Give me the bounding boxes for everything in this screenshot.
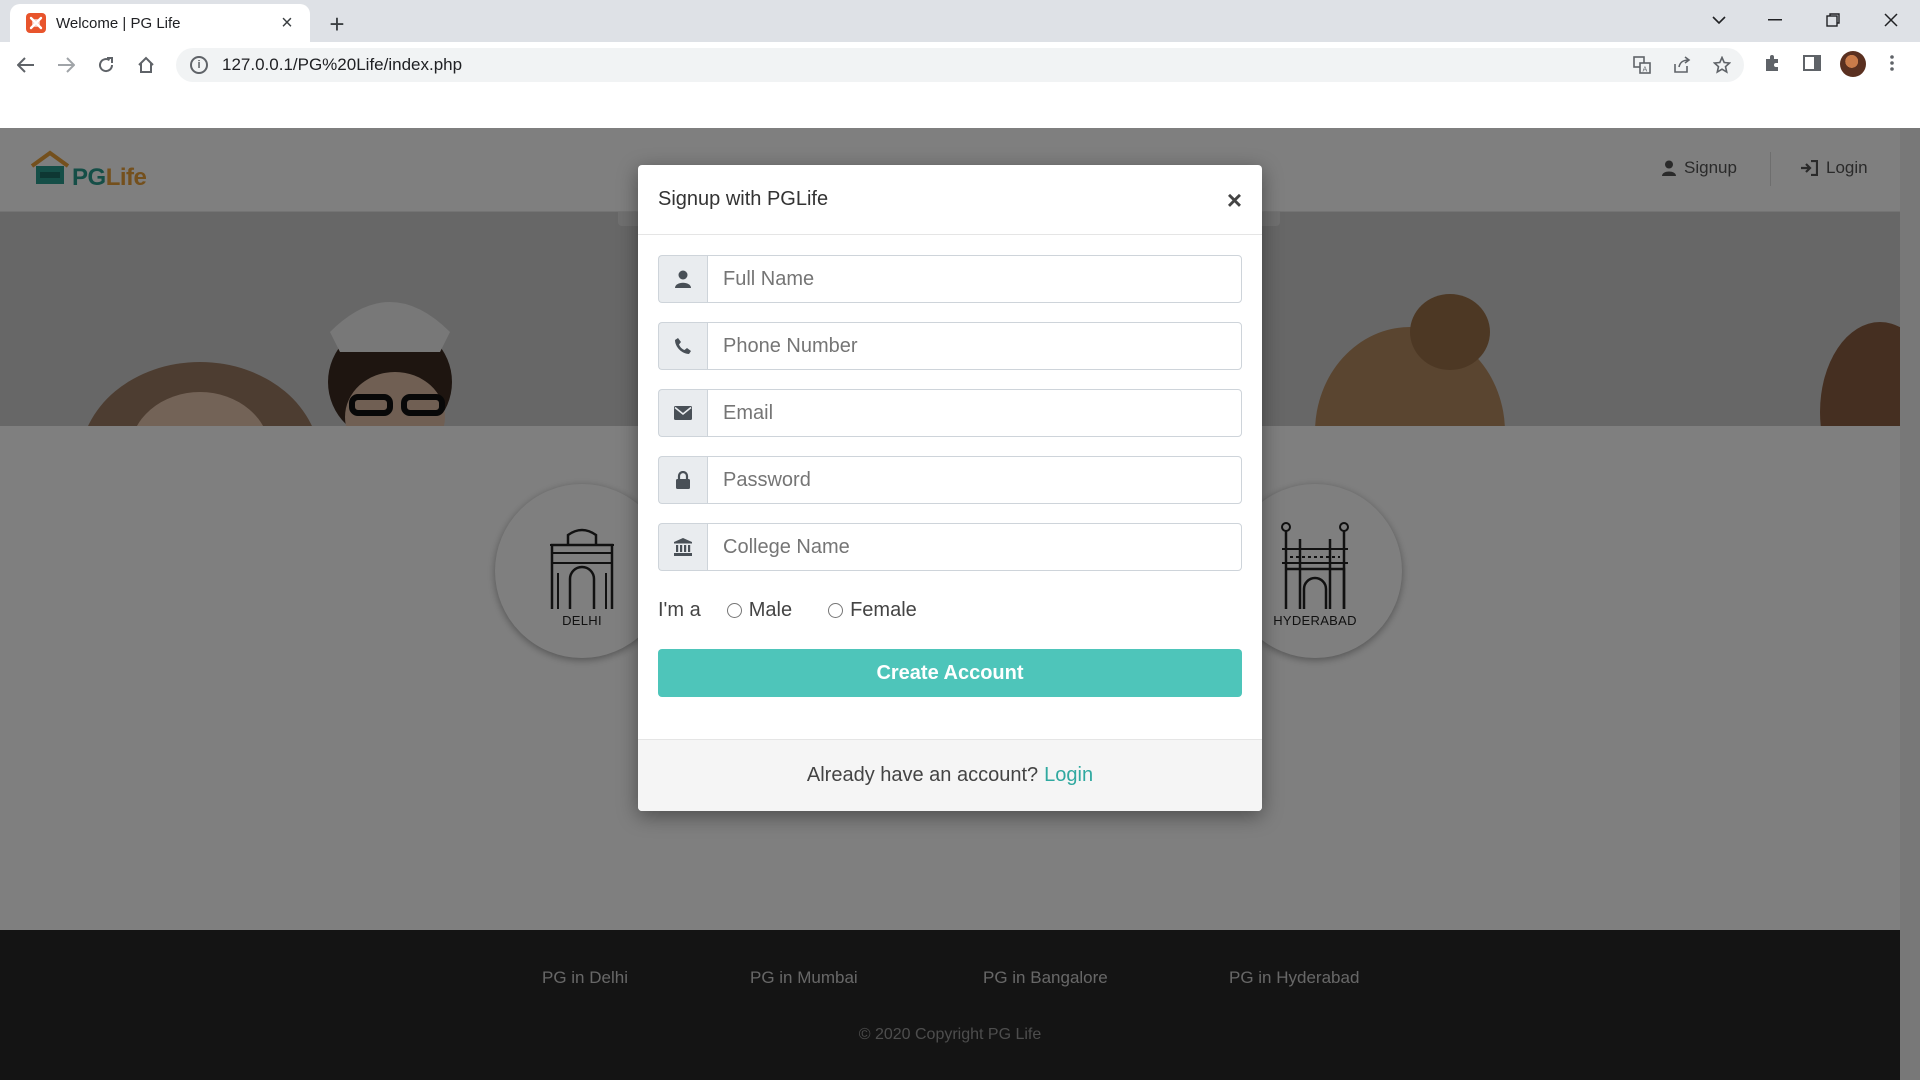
create-account-button[interactable]: Create Account bbox=[658, 649, 1242, 697]
profile-avatar[interactable] bbox=[1840, 51, 1866, 77]
url-text: 127.0.0.1/PG%20Life/index.php bbox=[222, 55, 463, 74]
browser-toolbar: i 127.0.0.1/PG%20Life/index.php A bbox=[0, 42, 1920, 88]
close-icon[interactable]: × bbox=[1227, 187, 1242, 213]
reload-icon[interactable] bbox=[90, 49, 122, 81]
already-account-text: Already have an account? bbox=[806, 764, 1039, 786]
email-input[interactable] bbox=[707, 389, 1242, 437]
phone-icon bbox=[658, 322, 707, 370]
star-icon[interactable] bbox=[1712, 55, 1732, 75]
modal-body: I'm a Male Female Create Account bbox=[638, 235, 1262, 697]
xampp-favicon-icon bbox=[26, 13, 46, 33]
user-icon bbox=[658, 255, 707, 303]
translate-icon[interactable]: A bbox=[1632, 55, 1652, 75]
phone-group bbox=[658, 322, 1242, 370]
address-bar[interactable]: i 127.0.0.1/PG%20Life/index.php A bbox=[176, 48, 1744, 82]
signup-modal: Signup with PGLife × Full Name Phone Num… bbox=[638, 165, 1262, 811]
college-group bbox=[658, 523, 1242, 571]
sidepanel-icon[interactable] bbox=[1798, 49, 1826, 77]
lock-icon bbox=[658, 456, 707, 504]
phone-input[interactable] bbox=[707, 322, 1242, 370]
back-icon[interactable] bbox=[10, 49, 42, 81]
browser-tab[interactable]: Welcome | PG Life × bbox=[10, 4, 310, 42]
menu-icon[interactable] bbox=[1878, 49, 1906, 77]
gender-selector: I'm a Male Female bbox=[658, 590, 1242, 630]
full-name-group bbox=[658, 255, 1242, 303]
university-icon bbox=[658, 523, 707, 571]
college-input[interactable] bbox=[707, 523, 1242, 571]
password-input[interactable] bbox=[707, 456, 1242, 504]
new-tab-icon[interactable]: + bbox=[322, 9, 352, 39]
extensions-icon[interactable] bbox=[1758, 49, 1786, 77]
female-label: Female bbox=[850, 598, 917, 621]
home-icon[interactable] bbox=[130, 49, 162, 81]
browser-tabstrip: Welcome | PG Life × + bbox=[0, 0, 1920, 42]
modal-header: Signup with PGLife × bbox=[638, 165, 1262, 235]
close-window-icon[interactable] bbox=[1868, 4, 1914, 36]
gender-option-female[interactable]: Female bbox=[828, 599, 917, 622]
full-name-input[interactable] bbox=[707, 255, 1242, 303]
restore-icon[interactable] bbox=[1810, 4, 1856, 36]
minimize-icon[interactable] bbox=[1752, 4, 1798, 36]
modal-login-link[interactable]: Login bbox=[1044, 764, 1093, 787]
tab-close-icon[interactable]: × bbox=[276, 12, 298, 34]
envelope-icon bbox=[658, 389, 707, 437]
password-group bbox=[658, 456, 1242, 504]
svg-text:A: A bbox=[1643, 66, 1648, 74]
forward-icon[interactable] bbox=[50, 49, 82, 81]
email-group bbox=[658, 389, 1242, 437]
gender-label: I'm a bbox=[658, 598, 701, 621]
male-radio[interactable] bbox=[726, 602, 742, 618]
share-icon[interactable] bbox=[1672, 55, 1692, 75]
modal-footer: Already have an account? Login bbox=[638, 739, 1262, 811]
tab-search-icon[interactable] bbox=[1696, 4, 1742, 36]
male-label: Male bbox=[748, 598, 793, 621]
tab-title: Welcome | PG Life bbox=[56, 14, 181, 32]
female-radio[interactable] bbox=[828, 602, 844, 618]
gender-option-male[interactable]: Male bbox=[726, 598, 793, 622]
info-icon[interactable]: i bbox=[190, 56, 208, 74]
modal-title: Signup with PGLife bbox=[658, 188, 829, 210]
